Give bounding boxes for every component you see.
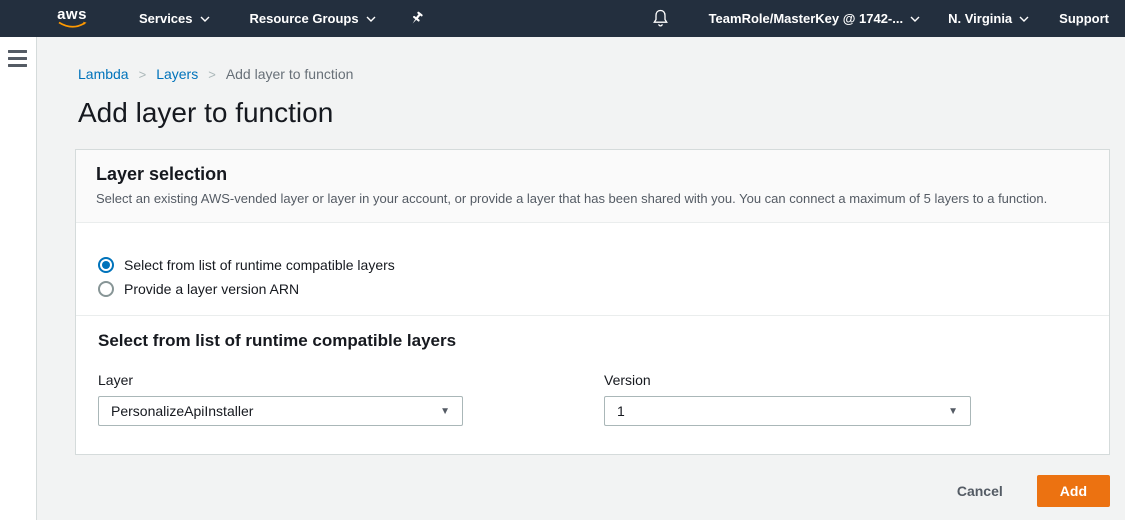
- card-header: Layer selection Select an existing AWS-v…: [76, 150, 1109, 223]
- breadcrumb-separator-icon: >: [208, 67, 216, 82]
- aws-logo-text: aws: [57, 8, 87, 21]
- layer-field-label: Layer: [98, 372, 463, 388]
- version-field: Version 1 ▼: [604, 372, 971, 426]
- section-divider: [76, 315, 1109, 316]
- section-title: Select from list of runtime compatible l…: [98, 330, 1087, 352]
- card-title: Layer selection: [96, 163, 1089, 185]
- layer-selection-card: Layer selection Select an existing AWS-v…: [75, 149, 1110, 455]
- hamburger-menu-icon[interactable]: [8, 50, 27, 67]
- nav-left-group: aws Services Resource Groups: [0, 8, 424, 29]
- caret-down-icon: ▼: [440, 406, 450, 417]
- breadcrumb-separator-icon: >: [139, 67, 147, 82]
- chevron-down-icon: [200, 16, 210, 22]
- breadcrumb-item-layers[interactable]: Layers: [156, 66, 198, 82]
- layer-version-fields: Layer PersonalizeApiInstaller ▼ Version …: [98, 372, 1087, 426]
- nav-account-label: TeamRole/MasterKey @ 1742-...: [709, 11, 904, 26]
- nav-services-menu[interactable]: Services: [139, 11, 210, 26]
- add-button[interactable]: Add: [1037, 475, 1110, 507]
- footer-actions: Cancel Add: [37, 475, 1110, 507]
- version-select-dropdown[interactable]: 1 ▼: [604, 396, 971, 426]
- breadcrumb-item-lambda[interactable]: Lambda: [78, 66, 129, 82]
- breadcrumb: Lambda > Layers > Add layer to function: [78, 66, 1125, 82]
- layer-select-value: PersonalizeApiInstaller: [111, 403, 253, 419]
- nav-resource-groups-menu[interactable]: Resource Groups: [250, 11, 376, 26]
- radio-option-runtime-compatible[interactable]: Select from list of runtime compatible l…: [98, 257, 1087, 273]
- radio-option-label: Select from list of runtime compatible l…: [124, 257, 395, 273]
- card-body: Select from list of runtime compatible l…: [76, 223, 1109, 454]
- notifications-bell-icon[interactable]: [652, 9, 669, 28]
- nav-services-label: Services: [139, 11, 193, 26]
- version-field-label: Version: [604, 372, 971, 388]
- breadcrumb-item-current: Add layer to function: [226, 66, 354, 82]
- card-description: Select an existing AWS-vended layer or l…: [96, 191, 1089, 207]
- chevron-down-icon: [910, 16, 920, 22]
- pin-icon[interactable]: [409, 11, 424, 26]
- nav-resource-groups-label: Resource Groups: [250, 11, 359, 26]
- layer-select-dropdown[interactable]: PersonalizeApiInstaller ▼: [98, 396, 463, 426]
- aws-smile-icon: [57, 21, 87, 29]
- nav-support-menu[interactable]: Support: [1059, 11, 1109, 26]
- nav-support-label: Support: [1059, 11, 1109, 26]
- chevron-down-icon: [366, 16, 376, 22]
- radio-option-label: Provide a layer version ARN: [124, 281, 299, 297]
- layer-source-radio-group: Select from list of runtime compatible l…: [98, 223, 1087, 297]
- nav-account-menu[interactable]: TeamRole/MasterKey @ 1742-...: [709, 11, 921, 26]
- nav-region-label: N. Virginia: [948, 11, 1012, 26]
- nav-region-menu[interactable]: N. Virginia: [948, 11, 1029, 26]
- cancel-button[interactable]: Cancel: [953, 477, 1007, 505]
- top-navigation-bar: aws Services Resource Groups TeamRole/Ma…: [0, 0, 1125, 37]
- version-select-value: 1: [617, 403, 625, 419]
- nav-right-group: TeamRole/MasterKey @ 1742-... N. Virgini…: [652, 9, 1115, 28]
- main-content: Lambda > Layers > Add layer to function …: [37, 66, 1125, 507]
- layer-field: Layer PersonalizeApiInstaller ▼: [98, 372, 463, 426]
- aws-logo[interactable]: aws: [57, 8, 87, 29]
- radio-selected-icon: [98, 257, 114, 273]
- caret-down-icon: ▼: [948, 406, 958, 417]
- chevron-down-icon: [1019, 16, 1029, 22]
- collapsed-sidebar: [0, 37, 37, 520]
- radio-option-layer-version-arn[interactable]: Provide a layer version ARN: [98, 281, 1087, 297]
- radio-unselected-icon: [98, 281, 114, 297]
- page-title: Add layer to function: [78, 96, 1125, 129]
